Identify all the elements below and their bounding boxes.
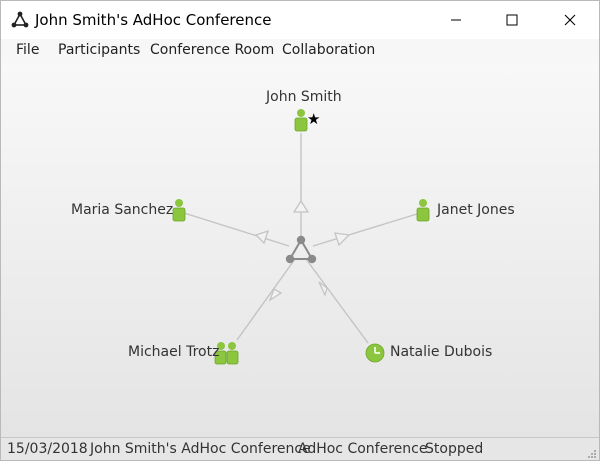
conference-app-icon — [11, 11, 29, 28]
status-conference-name: John Smith's AdHoc Conference — [90, 441, 311, 457]
participant-john-smith-icon[interactable] — [294, 109, 308, 132]
arrow-janet-jones — [334, 232, 351, 247]
conference-window: John Smith's AdHoc Conference File Parti… — [0, 0, 600, 461]
close-icon — [564, 14, 576, 26]
status-bar: 15/03/2018 John Smith's AdHoc Conference… — [1, 437, 599, 460]
status-state: Stopped — [425, 441, 484, 457]
arrow-john-smith — [292, 199, 310, 213]
resize-grip-icon[interactable] — [587, 449, 597, 459]
maximize-icon — [506, 14, 518, 26]
participant-janet-jones-icon[interactable] — [416, 199, 430, 222]
star-icon: ★ — [307, 110, 320, 128]
arrow-natalie-dubois — [318, 281, 328, 297]
participant-natalie-dubois-label[interactable]: Natalie Dubois — [390, 344, 492, 360]
arrow-maria-sanchez — [254, 229, 270, 245]
participant-natalie-dubois-icon[interactable] — [365, 343, 385, 363]
status-conference-type: AdHoc Conference — [298, 441, 428, 457]
status-date: 15/03/2018 — [7, 441, 88, 457]
menu-collaboration[interactable]: Collaboration — [282, 42, 375, 58]
participant-john-smith-label[interactable]: John Smith — [266, 89, 342, 105]
conference-graph-svg: ★ — [172, 109, 430, 365]
minimize-button[interactable] — [433, 1, 479, 39]
participant-janet-jones-label[interactable]: Janet Jones — [437, 202, 515, 218]
maximize-button[interactable] — [489, 1, 535, 39]
menu-participants[interactable]: Participants — [58, 42, 140, 58]
link-natalie-dubois — [305, 258, 369, 344]
menu-conference-room[interactable]: Conference Room — [150, 42, 274, 58]
title-bar[interactable]: John Smith's AdHoc Conference — [1, 1, 599, 39]
close-button[interactable] — [547, 1, 593, 39]
minimize-icon — [451, 19, 461, 21]
menu-bar: File Participants Conference Room Collab… — [1, 39, 599, 64]
link-michael-trotz — [236, 258, 296, 341]
link-maria-sanchez — [183, 212, 290, 247]
participant-maria-sanchez-label[interactable]: Maria Sanchez — [71, 202, 173, 218]
participant-maria-sanchez-icon[interactable] — [172, 199, 186, 222]
menu-file[interactable]: File — [16, 42, 39, 58]
conference-hub-icon[interactable] — [285, 235, 317, 264]
link-janet-jones — [312, 213, 418, 247]
conference-graph: ★ John Smith Janet Jones Natalie Dubois … — [1, 63, 599, 437]
window-title: John Smith's AdHoc Conference — [35, 11, 272, 29]
participant-michael-trotz-label[interactable]: Michael Trotz — [128, 344, 219, 360]
